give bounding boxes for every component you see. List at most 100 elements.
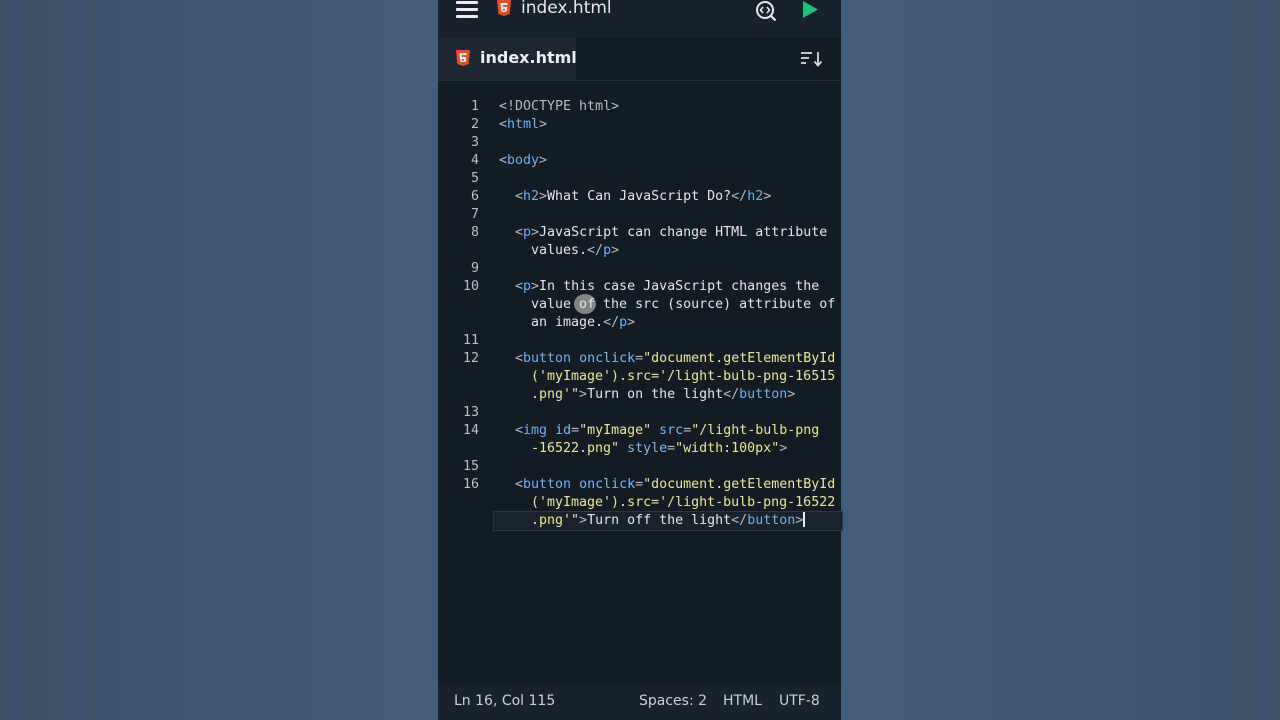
code-token: "document.getElementById [643, 351, 836, 366]
line-number: 5 [470, 171, 479, 186]
code-text: <img id="myImage" src="/light-bulb-png [515, 422, 819, 440]
line-number: 16 [462, 477, 479, 492]
code-line[interactable]: ('myImage').src='/light-bulb-png-16522 [438, 494, 841, 512]
code-line[interactable]: 15 [438, 458, 841, 476]
code-line[interactable]: value of the src (source) attribute of [438, 296, 841, 314]
background-left [0, 0, 438, 720]
app-title: index.html [521, 0, 612, 18]
code-token: button [747, 513, 796, 528]
tab-label: index.html [480, 48, 577, 67]
code-line[interactable]: 3 [438, 134, 841, 152]
code-line[interactable]: 7 [438, 206, 841, 224]
code-token: = [635, 477, 644, 492]
code-token: < [515, 279, 524, 294]
code-token: > [531, 225, 540, 240]
code-token: values. [531, 243, 588, 258]
line-number: 12 [462, 351, 479, 366]
code-line[interactable]: 16 <button onclick="document.getElementBy… [438, 476, 841, 494]
code-token: value of the src (source) attribute of [531, 297, 836, 312]
code-token: > [539, 153, 548, 168]
status-bar: Ln 16, Col 115 Spaces: 2 HTML UTF-8 [438, 685, 841, 720]
code-token: img [523, 423, 548, 438]
code-token: < [515, 225, 524, 240]
line-number: 6 [470, 189, 479, 204]
code-token: .png'" [531, 387, 580, 402]
code-token: <!DOCTYPE html> [499, 99, 620, 114]
code-token: </ [723, 387, 740, 402]
code-editor[interactable]: 1 <!DOCTYPE html> 2 <html> 3 4 <body> 5 6 <h2>Wha… [438, 81, 843, 685]
code-text: .png'">Turn on the light</button> [531, 386, 795, 404]
indentation-setting[interactable]: Spaces: 2 [639, 693, 707, 709]
code-line[interactable]: 14 <img id="myImage" src="/light-bulb-png [438, 422, 841, 440]
code-token: Turn off the light [587, 513, 732, 528]
code-line[interactable]: 13 [438, 404, 841, 422]
hamburger-menu-icon[interactable] [456, 0, 478, 20]
code-token: p [523, 225, 532, 240]
code-token: id [555, 423, 572, 438]
code-line[interactable]: 8 <p>JavaScript can change HTML attribute [438, 224, 841, 242]
code-text: ('myImage').src='/light-bulb-png-16522 [531, 494, 835, 512]
code-token: "document.getElementById [643, 477, 836, 492]
code-token: p [523, 279, 532, 294]
code-line[interactable]: 10 <p>In this case JavaScript changes the [438, 278, 841, 296]
code-editor-app: index.html index.html 1 <!DOCTYPE html> … [438, 0, 843, 720]
sort-icon[interactable] [801, 51, 823, 67]
code-text: -16522.png" style="width:100px"> [531, 440, 787, 458]
line-number: 15 [462, 459, 479, 474]
code-token: style [627, 441, 668, 456]
code-text: value of the src (source) attribute of [531, 296, 835, 314]
code-token: button [739, 387, 788, 402]
code-line[interactable]: 12 <button onclick="document.getElementBy… [438, 350, 841, 368]
code-line[interactable]: ('myImage').src='/light-bulb-png-16515 [438, 368, 841, 386]
code-token: </ [603, 315, 620, 330]
code-line[interactable]: -16522.png" style="width:100px"> [438, 440, 841, 458]
code-line[interactable]: 1 <!DOCTYPE html> [438, 98, 841, 116]
code-line[interactable]: 4 <body> [438, 152, 841, 170]
code-text: <body> [499, 152, 547, 170]
code-token: src [659, 423, 684, 438]
code-line[interactable]: values.</p> [438, 242, 841, 260]
code-text: <!DOCTYPE html> [499, 98, 619, 116]
cursor-position[interactable]: Ln 16, Col 115 [454, 693, 555, 709]
play-icon[interactable] [802, 1, 818, 18]
code-token: < [515, 477, 524, 492]
code-token: JavaScript can change HTML attribute [539, 225, 828, 240]
line-number: 9 [470, 261, 479, 276]
code-line[interactable]: .png'">Turn on the light</button> [438, 386, 841, 404]
code-token: > [579, 387, 588, 402]
line-number: 4 [470, 153, 479, 168]
code-token: p [619, 315, 628, 330]
code-token: .png'" [531, 513, 580, 528]
code-token: < [515, 351, 524, 366]
code-line[interactable]: 6 <h2>What Can JavaScript Do?</h2> [438, 188, 841, 206]
code-line[interactable]: 5 [438, 170, 841, 188]
code-token: > [795, 513, 804, 528]
file-encoding[interactable]: UTF-8 [779, 693, 820, 709]
code-line[interactable]: an image.</p> [438, 314, 841, 332]
code-line[interactable]: 2 <html> [438, 116, 841, 134]
code-text: <button onclick="document.getElementById [515, 476, 835, 494]
code-line[interactable]: 9 [438, 260, 841, 278]
html5-icon [497, 0, 511, 16]
code-token: -16522.png" [531, 441, 620, 456]
language-mode[interactable]: HTML [723, 693, 762, 709]
code-token: ('myImage').src='/light-bulb-png-16515 [531, 369, 836, 384]
code-token: onclick [579, 477, 636, 492]
code-token: onclick [579, 351, 636, 366]
code-token: "myImage" [579, 423, 652, 438]
code-token: What Can JavaScript Do? [547, 189, 732, 204]
code-token: html [507, 117, 540, 132]
code-token: </ [731, 513, 748, 528]
search-code-icon[interactable] [755, 0, 777, 22]
code-token: > [579, 513, 588, 528]
code-line[interactable]: .png'">Turn off the light</button> [438, 511, 843, 531]
line-number: 11 [462, 333, 479, 348]
tab-index-html[interactable]: index.html [438, 38, 577, 80]
code-line[interactable]: 11 [438, 332, 841, 350]
line-number: 2 [470, 117, 479, 132]
code-text: <p>In this case JavaScript changes the [515, 278, 819, 296]
line-number: 3 [470, 135, 479, 150]
